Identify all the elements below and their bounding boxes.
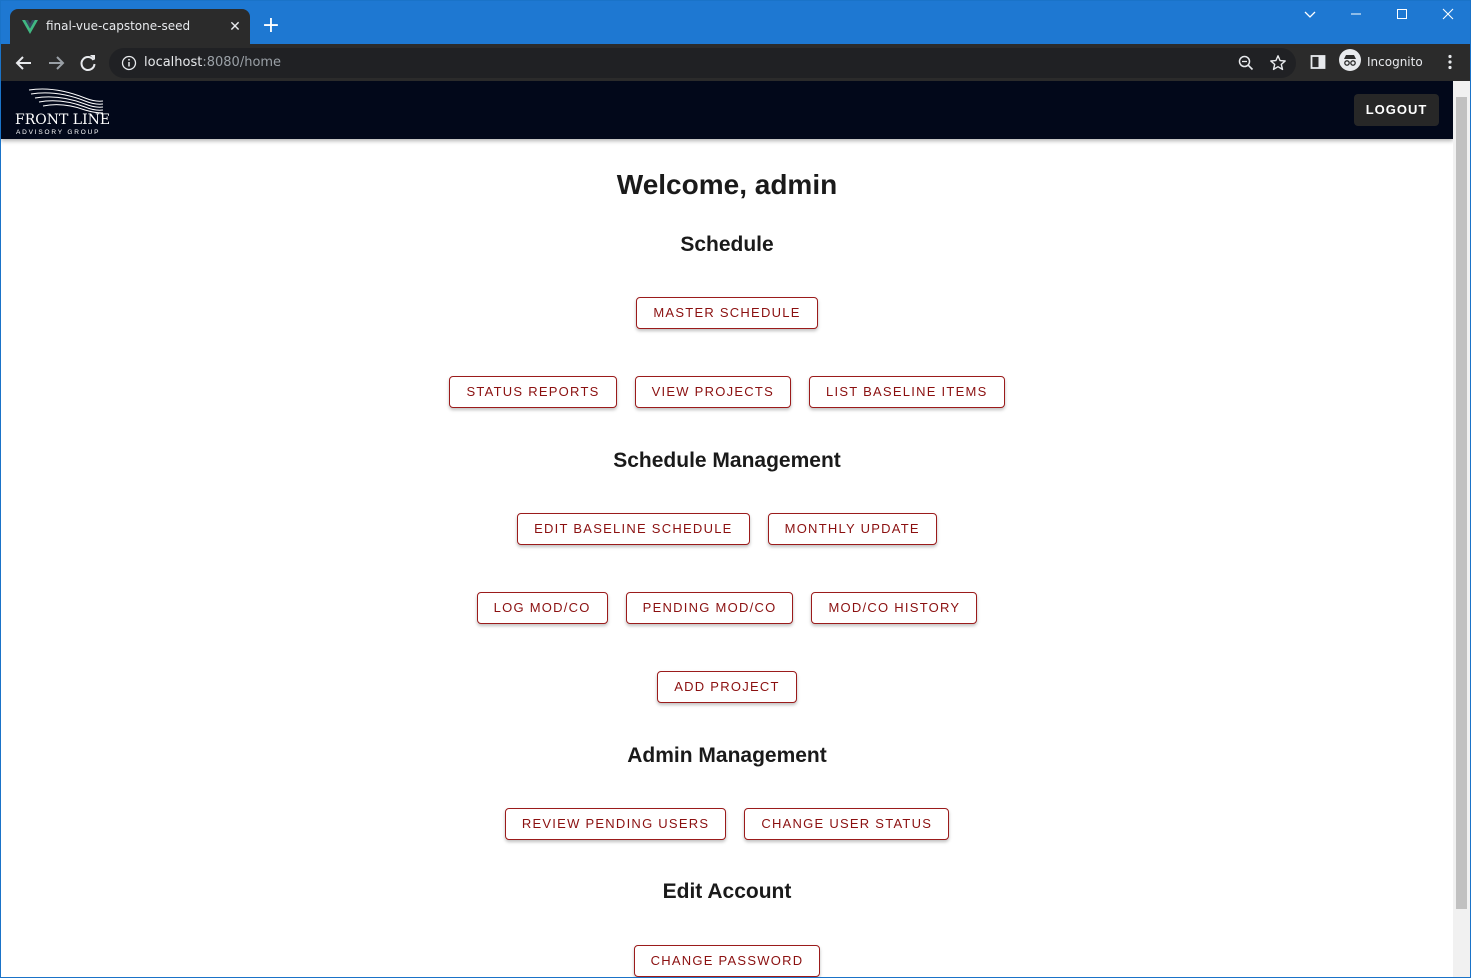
admin-management-row: REVIEW PENDING USERS CHANGE USER STATUS: [1, 808, 1453, 840]
page-viewport: FRONT LINE ADVISORY GROUP LOGOUT Welcome…: [1, 81, 1470, 977]
incognito-indicator[interactable]: Incognito: [1339, 49, 1429, 75]
edit-account-row: CHANGE PASSWORD: [1, 945, 1453, 977]
scrollbar-thumb[interactable]: [1456, 97, 1467, 909]
welcome-heading: Welcome, admin: [616, 169, 838, 200]
site-info-icon[interactable]: [121, 55, 137, 71]
url-host: localhost: [144, 55, 203, 70]
browser-menu-icon[interactable]: [1441, 53, 1459, 71]
browser-tab[interactable]: final-vue-capstone-seed ✕: [10, 9, 250, 45]
status-reports-button[interactable]: STATUS REPORTS: [449, 376, 617, 408]
schedule-management-row-1: EDIT BASELINE SCHEDULE MONTHLY UPDATE: [1, 513, 1453, 545]
maximize-button[interactable]: [1379, 7, 1425, 29]
logo-main-text: FRONT LINE: [15, 112, 111, 128]
schedule-management-row-2: LOG MOD/CO PENDING MOD/CO MOD/CO HISTORY: [1, 592, 1453, 624]
side-panel-icon[interactable]: [1309, 53, 1327, 71]
modco-history-button[interactable]: MOD/CO HISTORY: [811, 592, 978, 624]
change-password-button[interactable]: CHANGE PASSWORD: [633, 945, 821, 977]
back-arrow-icon[interactable]: [13, 52, 35, 74]
incognito-label: Incognito: [1367, 55, 1423, 69]
new-tab-button[interactable]: +: [259, 15, 283, 39]
tab-title: final-vue-capstone-seed: [46, 19, 191, 33]
browser-toolbar: localhost:8080/home Incognito: [1, 44, 1470, 81]
logout-button[interactable]: LOGOUT: [1354, 94, 1439, 126]
app-header: FRONT LINE ADVISORY GROUP LOGOUT: [1, 81, 1453, 139]
edit-baseline-schedule-button[interactable]: EDIT BASELINE SCHEDULE: [517, 513, 750, 545]
frontline-logo[interactable]: FRONT LINE ADVISORY GROUP: [13, 86, 111, 136]
master-schedule-button[interactable]: MASTER SCHEDULE: [636, 297, 818, 329]
schedule-management-heading: Schedule Management: [613, 449, 841, 472]
schedule-row-1: MASTER SCHEDULE: [1, 297, 1453, 329]
view-projects-button[interactable]: VIEW PROJECTS: [634, 376, 791, 408]
add-project-button[interactable]: ADD PROJECT: [657, 671, 797, 703]
edit-account-heading: Edit Account: [662, 880, 792, 903]
home-content: Welcome, admin Schedule MASTER SCHEDULE …: [1, 139, 1453, 977]
list-baseline-items-button[interactable]: LIST BASELINE ITEMS: [809, 376, 1005, 408]
forward-arrow-icon[interactable]: [45, 52, 67, 74]
review-pending-users-button[interactable]: REVIEW PENDING USERS: [504, 808, 727, 840]
url-text: localhost:8080/home: [144, 55, 281, 70]
zoom-icon[interactable]: [1237, 54, 1255, 72]
incognito-icon: [1339, 49, 1361, 75]
vue-logo-icon: [22, 19, 38, 35]
minimize-button[interactable]: [1333, 7, 1379, 29]
log-modco-button[interactable]: LOG MOD/CO: [476, 592, 608, 624]
reload-icon[interactable]: [77, 52, 99, 74]
logo-sub-text: ADVISORY GROUP: [16, 129, 101, 136]
browser-titlebar: final-vue-capstone-seed ✕ +: [1, 1, 1471, 45]
address-bar[interactable]: localhost:8080/home: [109, 48, 1296, 78]
schedule-row-2: STATUS REPORTS VIEW PROJECTS LIST BASELI…: [1, 376, 1453, 408]
tab-search-chevron-icon[interactable]: [1287, 7, 1333, 29]
pending-modco-button[interactable]: PENDING MOD/CO: [625, 592, 794, 624]
monthly-update-button[interactable]: MONTHLY UPDATE: [767, 513, 937, 545]
close-window-button[interactable]: [1425, 7, 1471, 29]
page-scrollbar[interactable]: [1453, 81, 1470, 977]
browser-window: final-vue-capstone-seed ✕ + localhost:80…: [0, 0, 1471, 978]
bookmark-star-icon[interactable]: [1269, 54, 1287, 72]
admin-management-heading: Admin Management: [627, 744, 827, 767]
schedule-management-row-3: ADD PROJECT: [1, 671, 1453, 703]
schedule-heading: Schedule: [680, 233, 774, 256]
change-user-status-button[interactable]: CHANGE USER STATUS: [744, 808, 950, 840]
tab-close-icon[interactable]: ✕: [226, 18, 244, 36]
logo-wave-icon: [28, 88, 104, 114]
url-path: :8080/home: [202, 55, 282, 70]
